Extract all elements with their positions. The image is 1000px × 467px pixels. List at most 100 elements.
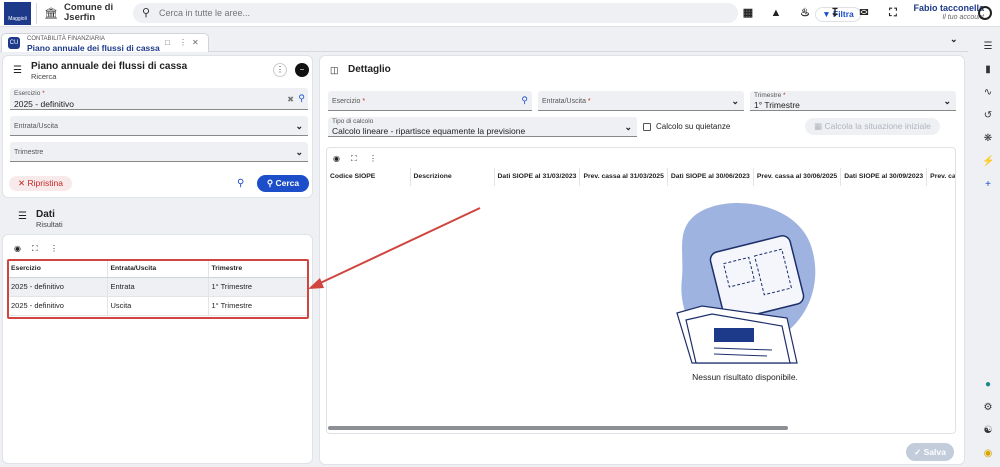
user-name: Fabio tacconella (913, 3, 984, 13)
clear-icon[interactable]: ✖ (287, 95, 294, 104)
lookup-icon[interactable]: ⚲ (298, 93, 305, 104)
column-header[interactable]: Codice SIOPE (327, 168, 411, 186)
collapse-icon[interactable]: − (295, 63, 309, 77)
detail-entrata-uscita-label: Entrata/Uscita (542, 98, 586, 105)
empty-state-illustration (676, 203, 816, 364)
right-sidebar: ☰ ▮ ∿ ↺ ❋ ⚡ + ● ⚙ ☯ ◉ (975, 28, 1000, 467)
search-list-icon: ☰ (13, 65, 22, 76)
trend-icon[interactable]: ∿ (982, 87, 994, 99)
tipo-calcolo-select[interactable]: Tipo di calcolo Calcolo lineare - ripart… (328, 117, 637, 137)
list-icon[interactable]: ☰ (982, 41, 994, 53)
global-search[interactable]: ⚲ ▼ Filtra (133, 3, 861, 23)
results-title: Dati (36, 209, 55, 220)
chevron-down-icon: ⌄ (624, 122, 632, 132)
esercizio-field[interactable]: Esercizio * 2025 - definitivo ✖ ⚲ (10, 88, 308, 110)
logo-text: Maggioli (8, 16, 27, 22)
detail-trimestre-select[interactable]: Trimestre * 1° Trimestre ⌄ (750, 91, 956, 111)
panel-subtitle: Ricerca (31, 72, 57, 81)
paper-block (714, 328, 754, 342)
bookmark-icon[interactable]: □ (165, 38, 170, 47)
maggioli-logo[interactable]: Maggioli (4, 2, 31, 25)
avatar-icon[interactable] (978, 6, 992, 20)
more-icon[interactable]: ⋮ (273, 63, 287, 77)
column-header[interactable]: Dati SIOPE al 30/06/2023 (667, 168, 754, 186)
chevron-down-icon: ⌄ (295, 147, 303, 157)
horizontal-scrollbar[interactable] (328, 426, 788, 430)
entity-name: Comune di Jserfin (64, 2, 114, 23)
tab-title: Piano annuale dei flussi di cassa (27, 43, 160, 53)
expand-icon[interactable]: ⛶ (32, 244, 38, 254)
mail-icon[interactable]: ✉ (854, 4, 874, 23)
calcola-label: Calcola la situazione iniziale (824, 121, 931, 131)
column-header[interactable]: Prev. cass (926, 168, 955, 186)
tipo-calcolo-label: Tipo di calcolo (332, 118, 374, 125)
expand-icon[interactable]: ⛶ (351, 154, 357, 164)
user-account[interactable]: Fabio tacconella Il tuo account (912, 3, 984, 25)
esercizio-value: 2025 - definitivo (14, 99, 75, 109)
more-icon[interactable]: ⋮ (369, 154, 377, 163)
search-button[interactable]: ⚲ Cerca (257, 175, 309, 192)
column-header[interactable]: Prev. cassa al 30/06/2025 (753, 168, 842, 186)
quietanze-checkbox[interactable] (643, 123, 651, 131)
history-icon[interactable]: ↺ (982, 110, 994, 122)
plug-icon[interactable]: ⚡ (982, 156, 994, 168)
global-search-input[interactable] (159, 6, 599, 20)
reset-button[interactable]: ✕ Ripristina (9, 176, 72, 191)
warning-icon[interactable]: ▲ (766, 4, 786, 23)
results-subtitle: Risultati (36, 220, 63, 229)
empty-message: Nessun risultato disponibile. (692, 372, 798, 382)
tab-bar: CU CONTABILITÀ FINANZIARIA Piano annuale… (0, 28, 968, 53)
fullscreen-icon[interactable]: ⛶ (883, 4, 903, 23)
detail-trimestre-label: Trimestre (754, 92, 782, 99)
more-icon[interactable]: ⋮ (179, 38, 187, 47)
download-icon[interactable]: ↧ (825, 4, 845, 23)
location-icon[interactable]: ● (982, 379, 994, 391)
module-badge: CU (8, 37, 20, 49)
more-icon[interactable]: ⋮ (50, 244, 58, 253)
detail-esercizio-field[interactable]: Esercizio * ⚲ (328, 91, 532, 111)
gear-icon[interactable]: ⚙ (982, 402, 994, 414)
panel-title: Piano annuale dei flussi di cassa (31, 61, 188, 72)
arrow-line (315, 207, 481, 286)
add-icon[interactable]: + (982, 179, 994, 191)
dashboard-icon[interactable]: ▦ (738, 4, 758, 23)
bank-icon: 🏛 (44, 8, 58, 20)
zoom-icon[interactable]: ⚲ (237, 178, 244, 189)
help-icon[interactable]: ◉ (982, 448, 994, 460)
network-icon[interactable]: ❋ (982, 133, 994, 145)
chevron-down-icon: ⌄ (295, 121, 303, 131)
calcola-button[interactable]: ▦ Calcola la situazione iniziale (805, 118, 940, 135)
tipo-calcolo-value: Calcolo lineare - ripartisce equamente l… (332, 126, 526, 136)
user-role: Il tuo account (942, 14, 984, 21)
column-header[interactable]: Dati SIOPE al 30/09/2023 (840, 168, 928, 186)
bell-icon[interactable]: ♨ (795, 4, 815, 23)
search-icon: ⚲ (142, 7, 151, 19)
close-icon[interactable]: ✕ (192, 38, 199, 47)
annotation-arrow (308, 207, 481, 289)
detail-table-wrap: Codice SIOPE Descrizione Dati SIOPE al 3… (327, 168, 955, 186)
trimestre-select[interactable]: Trimestre ⌄ (10, 142, 308, 162)
column-header[interactable]: Descrizione (410, 168, 495, 186)
eye-icon[interactable]: ◉ (14, 244, 21, 253)
accessibility-icon[interactable]: ☯ (982, 425, 994, 437)
quietanze-label: Calcolo su quietanze (656, 122, 731, 131)
detail-table: Codice SIOPE Descrizione Dati SIOPE al 3… (327, 168, 955, 186)
chevron-down-icon[interactable]: ⌄ (950, 34, 958, 45)
save-label: Salva (923, 447, 946, 457)
column-header[interactable]: Prev. cassa al 31/03/2025 (579, 168, 668, 186)
lookup-icon[interactable]: ⚲ (521, 95, 528, 106)
panel-icon: ◫ (330, 65, 339, 75)
reset-label: Ripristina (27, 178, 63, 188)
detail-entrata-uscita-select[interactable]: Entrata/Uscita * ⌄ (538, 91, 744, 111)
arrow-head (308, 278, 324, 289)
entrata-uscita-select[interactable]: Entrata/Uscita ⌄ (10, 116, 308, 136)
book-icon[interactable]: ▮ (982, 64, 994, 76)
column-header[interactable]: Dati SIOPE al 31/03/2023 (494, 168, 581, 186)
entrata-uscita-placeholder: Entrata/Uscita (14, 123, 58, 130)
chevron-down-icon: ⌄ (943, 96, 951, 106)
eye-icon[interactable]: ◉ (333, 154, 340, 163)
tab-piano-annuale[interactable]: CU CONTABILITÀ FINANZIARIA Piano annuale… (1, 33, 209, 53)
tab-module: CONTABILITÀ FINANZIARIA (27, 36, 105, 42)
save-button[interactable]: ✓ Salva (906, 443, 954, 461)
divider (36, 3, 37, 24)
